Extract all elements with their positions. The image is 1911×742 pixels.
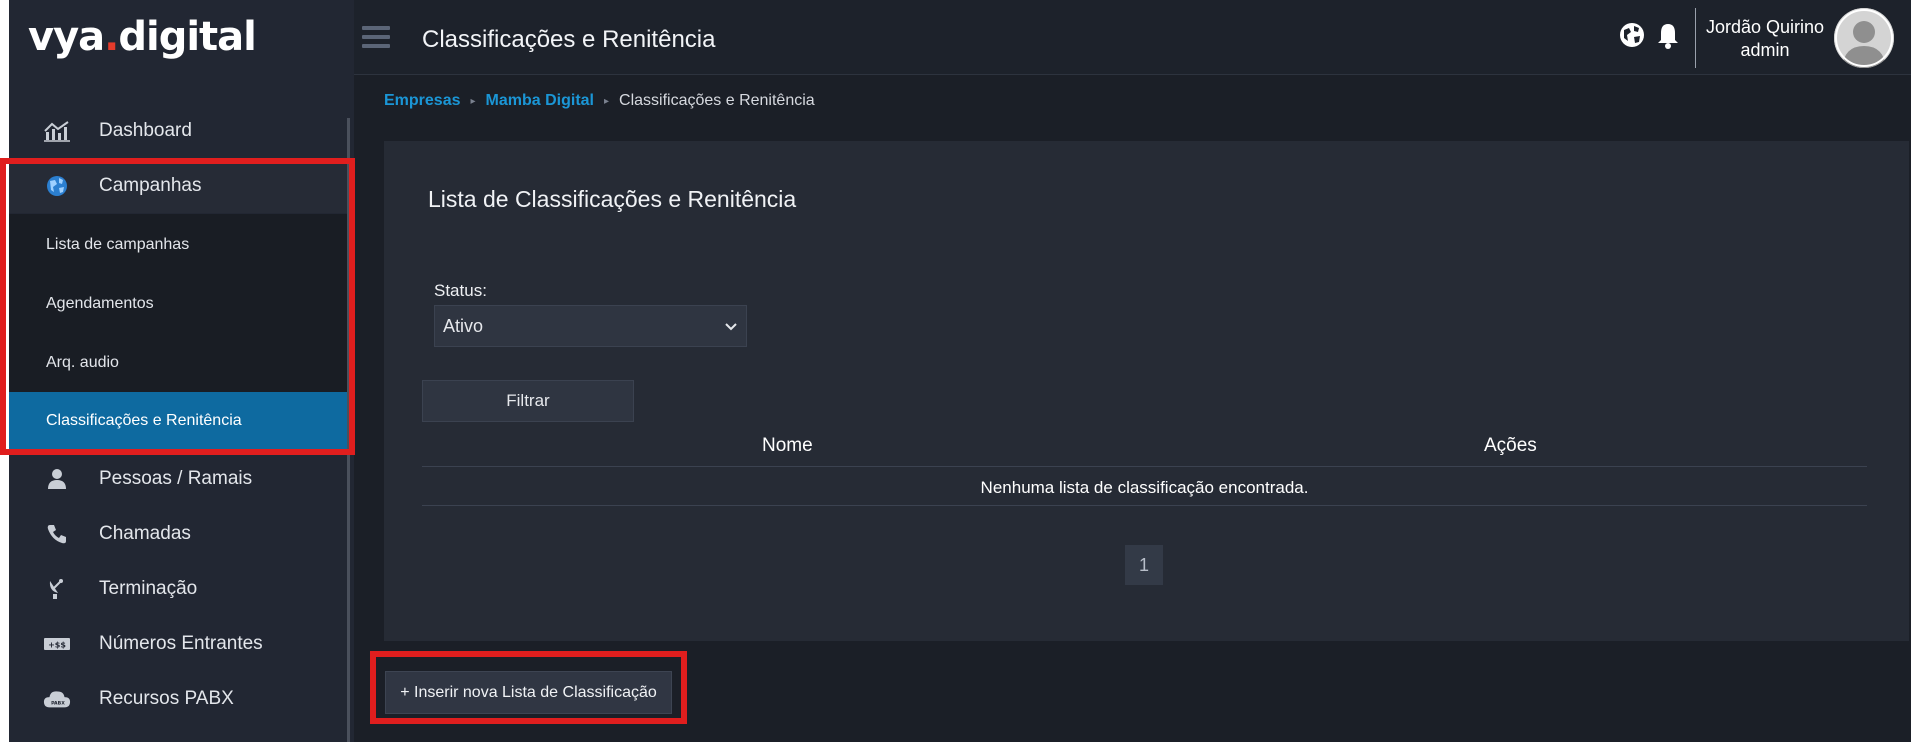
submenu-item-classificacoes[interactable]: Classificações e Renitência — [9, 392, 347, 449]
chart-icon — [43, 119, 71, 143]
divider — [1695, 8, 1696, 68]
user-role: admin — [1740, 40, 1790, 60]
sidebar-item-label: Terminação — [99, 577, 198, 599]
chevron-down-icon — [724, 318, 738, 339]
breadcrumb-separator-icon: ▸ — [604, 95, 610, 107]
status-select[interactable]: Ativo — [434, 305, 747, 347]
pagination-page-1[interactable]: 1 — [1125, 545, 1163, 585]
globe-icon — [43, 174, 71, 198]
breadcrumb-separator-icon: ▸ — [470, 95, 476, 107]
classifications-card: Lista de Classificações e Renitência Sta… — [384, 141, 1909, 641]
user-info[interactable]: Jordão Quirino admin — [1703, 16, 1827, 62]
filter-button[interactable]: Filtrar — [422, 380, 634, 422]
status-label: Status: — [434, 281, 487, 300]
page-title: Classificações e Renitência — [422, 26, 716, 53]
hamburger-menu-icon[interactable] — [362, 26, 390, 50]
cloud-icon: PABX — [43, 687, 71, 711]
sidebar-item-label: Números Entrantes — [99, 632, 263, 654]
sidebar-item-campanhas[interactable]: Campanhas — [9, 158, 347, 213]
sidebar-item-label: Chamadas — [99, 522, 191, 544]
user-name: Jordão Quirino — [1705, 17, 1825, 37]
breadcrumb-current: Classificações e Renitência — [619, 92, 815, 109]
sidebar-item-label: Dashboard — [99, 119, 192, 141]
sidebar-item-pessoas-ramais[interactable]: Pessoas / Ramais — [9, 451, 347, 506]
logo-text-1: vya — [28, 14, 105, 60]
status-select-value: Ativo — [443, 315, 484, 336]
submenu-item-lista-campanhas[interactable]: Lista de campanhas — [9, 216, 347, 274]
notification-bell-icon[interactable] — [1656, 22, 1682, 52]
sidebar-item-recursos-pabx[interactable]: PABX Recursos PABX — [9, 671, 347, 726]
insert-classification-list-button[interactable]: + Inserir nova Lista de Classificação — [385, 671, 672, 714]
empty-message: Nenhuma lista de classificação encontrad… — [980, 478, 1309, 497]
sidebar-item-label: Pessoas / Ramais — [99, 467, 253, 489]
breadcrumb: Empresas ▸ Mamba Digital ▸ Classificaçõe… — [384, 92, 815, 110]
logo[interactable]: vya.digital — [28, 14, 257, 60]
sidebar-item-chamadas[interactable]: Chamadas — [9, 506, 347, 561]
column-header-acoes[interactable]: Ações — [1484, 435, 1537, 457]
sidebar-scrollbar[interactable] — [347, 118, 350, 742]
svg-text:PABX: PABX — [51, 700, 65, 706]
column-header-nome[interactable]: Nome — [762, 435, 813, 457]
topbar: Classificações e Renitência Jordão Quiri… — [354, 0, 1911, 75]
sidebar-item-numeros-entrantes[interactable]: +$$ Números Entrantes — [9, 616, 347, 671]
svg-text:+$$: +$$ — [48, 640, 66, 649]
language-globe-icon[interactable] — [1619, 22, 1647, 50]
money-icon: +$$ — [43, 632, 71, 656]
logo-text-2: digital — [118, 14, 257, 60]
breadcrumb-mamba-digital[interactable]: Mamba Digital — [486, 92, 594, 110]
logo-dot: . — [104, 14, 119, 60]
sidebar-item-dashboard[interactable]: Dashboard — [9, 103, 347, 158]
table-divider — [422, 466, 1867, 467]
sidebar-item-terminacao[interactable]: Terminação — [9, 561, 347, 616]
breadcrumb-empresas[interactable]: Empresas — [384, 92, 461, 110]
sidebar-item-label: Campanhas — [99, 174, 202, 196]
sidebar-item-label: Recursos PABX — [99, 687, 234, 709]
avatar[interactable] — [1834, 8, 1894, 68]
person-icon — [43, 467, 71, 491]
card-title: Lista de Classificações e Renitência — [428, 186, 797, 212]
table-divider — [422, 505, 1867, 506]
submenu-item-arq-audio[interactable]: Arq. audio — [9, 334, 347, 392]
submenu-item-agendamentos[interactable]: Agendamentos — [9, 275, 347, 333]
phone-icon — [43, 522, 71, 546]
satellite-icon — [43, 577, 71, 601]
window-edge — [0, 0, 9, 742]
